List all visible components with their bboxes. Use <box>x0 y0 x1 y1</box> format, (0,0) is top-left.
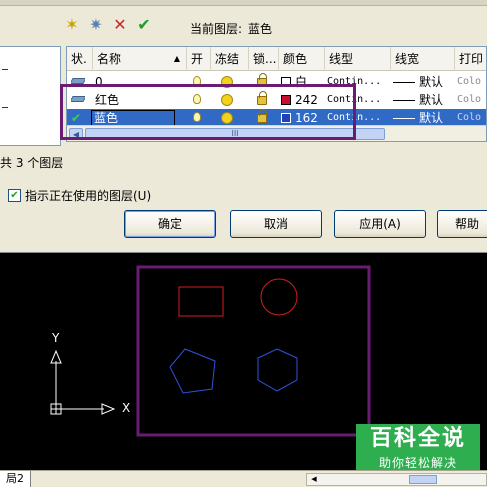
plot-style-cell: Colo <box>457 76 482 87</box>
title-strip <box>0 0 487 6</box>
indicator-checkbox[interactable]: ✔ <box>8 189 21 202</box>
col-lineweight[interactable]: 线宽 <box>391 47 455 71</box>
axis-y-label: Y <box>52 331 60 345</box>
col-status[interactable]: 状. <box>67 47 93 71</box>
red-circle[interactable] <box>260 278 298 316</box>
lineweight-value: 默认 <box>419 75 444 89</box>
col-freeze[interactable]: 冻结 <box>211 47 249 71</box>
red-rectangle[interactable] <box>178 286 224 317</box>
watermark-title: 百科全说 <box>369 426 466 451</box>
apply-button[interactable]: 应用(A) <box>334 210 426 238</box>
blue-pentagon[interactable] <box>169 348 216 394</box>
col-linetype[interactable]: 线型 <box>325 47 391 71</box>
delete-x-icon[interactable]: ✕ <box>110 15 130 35</box>
scroll-left-icon[interactable]: ◀ <box>308 474 320 485</box>
ok-button[interactable]: 确定 <box>124 210 216 238</box>
indicator-option[interactable]: ✔ 指示正在使用的图层(U) <box>8 187 151 204</box>
axis-x-label: X <box>122 401 131 415</box>
col-lock[interactable]: 锁... <box>249 47 279 71</box>
sort-up-icon: ▲ <box>173 54 180 63</box>
lineweight-value: 默认 <box>419 111 444 125</box>
new-layer-icon[interactable]: ✶ <box>62 15 82 35</box>
current-layer-label: 当前图层: <box>190 22 243 36</box>
blue-hexagon[interactable] <box>257 348 298 392</box>
lineweight-value: 默认 <box>419 93 444 107</box>
drawing-scrollbar[interactable]: ◀ <box>306 473 487 486</box>
lineweight-cell[interactable]: 默认 <box>393 73 443 91</box>
indicator-label: 指示正在使用的图层(U) <box>25 189 152 203</box>
cancel-button[interactable]: 取消 <box>230 210 322 238</box>
layout-tab[interactable]: 局2 <box>0 471 31 487</box>
col-on[interactable]: 开 <box>187 47 211 71</box>
status-bar: 局2 ◀ <box>0 470 487 487</box>
highlight-annotation-box <box>60 84 356 140</box>
col-plot[interactable]: 打印 <box>455 47 486 71</box>
ucs-icon <box>50 349 116 415</box>
plot-style-cell: Colo <box>457 94 482 105</box>
col-name-label: 名称 <box>97 52 122 66</box>
lineweight-cell[interactable]: 默认 <box>393 91 443 109</box>
layer-properties-dialog: ✶ ✷ ✕ ✔ 当前图层: 蓝色 状. 名称 ▲ 开 冻结 锁... 颜色 线型 线… <box>0 0 487 252</box>
current-layer-display: 当前图层: 蓝色 <box>190 20 278 37</box>
new-layer-vp-frozen-icon[interactable]: ✷ <box>86 15 106 35</box>
col-color[interactable]: 颜色 <box>279 47 325 71</box>
col-name[interactable]: 名称 ▲ <box>93 47 187 71</box>
tree-branch <box>2 107 8 108</box>
current-layer-value: 蓝色 <box>248 22 273 36</box>
set-current-check-icon[interactable]: ✔ <box>134 15 154 35</box>
help-button[interactable]: 帮助 <box>437 210 487 238</box>
layer-count-text: 共 3 个图层 <box>0 156 64 170</box>
list-header: 状. 名称 ▲ 开 冻结 锁... 颜色 线型 线宽 打印 <box>67 47 486 71</box>
annotation-frame <box>136 265 371 437</box>
scroll-thumb[interactable] <box>409 475 437 484</box>
tree-branch <box>2 69 8 70</box>
layer-filter-tree[interactable] <box>0 46 61 146</box>
